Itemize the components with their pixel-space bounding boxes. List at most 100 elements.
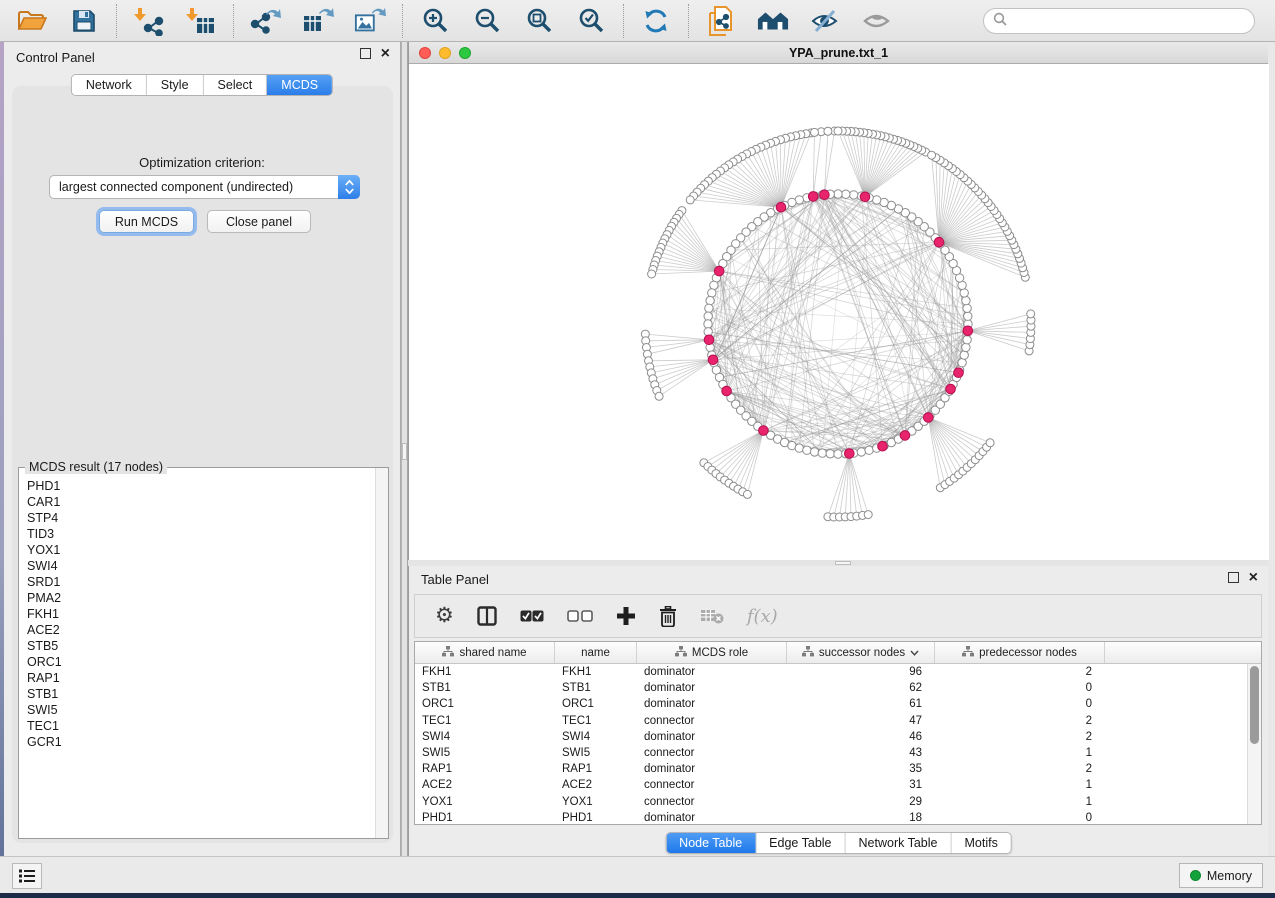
tab-select[interactable]: Select: [204, 75, 268, 95]
table-cell[interactable]: 31: [787, 779, 935, 791]
network-node[interactable]: [818, 449, 826, 457]
table-cell[interactable]: connector: [637, 747, 787, 759]
zoom-fit-icon[interactable]: [523, 5, 555, 37]
network-node[interactable]: [842, 190, 850, 198]
tab-motifs[interactable]: Motifs: [951, 833, 1010, 853]
column-header-name[interactable]: name: [555, 642, 637, 663]
mcds-hub-node[interactable]: [714, 266, 724, 276]
table-cell[interactable]: connector: [637, 796, 787, 808]
zoom-selected-icon[interactable]: [575, 5, 607, 37]
network-node[interactable]: [864, 511, 872, 519]
result-node-item[interactable]: STB5: [27, 638, 375, 654]
network-node[interactable]: [810, 448, 818, 456]
mcds-hub-node[interactable]: [878, 441, 888, 451]
table-cell[interactable]: dominator: [637, 812, 787, 824]
network-node[interactable]: [704, 320, 712, 328]
tab-style[interactable]: Style: [147, 75, 204, 95]
splitter-handle[interactable]: [835, 561, 851, 565]
table-row[interactable]: SWI4SWI4dominator462: [415, 729, 1261, 745]
mcds-hub-node[interactable]: [963, 326, 973, 336]
network-node[interactable]: [986, 439, 994, 447]
table-cell[interactable]: SWI4: [555, 731, 637, 743]
splitter-handle[interactable]: [402, 443, 407, 460]
tab-node-table[interactable]: Node Table: [666, 833, 756, 853]
minimize-window-icon[interactable]: [439, 47, 451, 59]
table-row[interactable]: TEC1TEC1connector472: [415, 713, 1261, 729]
table-cell[interactable]: 2: [935, 731, 1105, 743]
show-all-icon[interactable]: [861, 5, 893, 37]
network-node[interactable]: [850, 191, 858, 199]
search-box[interactable]: [983, 8, 1255, 34]
table-cell[interactable]: SWI5: [415, 747, 555, 759]
new-network-from-selection-icon[interactable]: [705, 5, 737, 37]
result-node-item[interactable]: STB1: [27, 686, 375, 702]
close-window-icon[interactable]: [419, 47, 431, 59]
mcds-hub-node[interactable]: [776, 202, 786, 212]
network-node[interactable]: [708, 289, 716, 297]
mcds-hub-node[interactable]: [946, 384, 956, 394]
network-node[interactable]: [960, 351, 968, 359]
result-node-item[interactable]: SWI5: [27, 702, 375, 718]
network-node[interactable]: [928, 151, 936, 159]
run-mcds-button[interactable]: Run MCDS: [99, 210, 194, 233]
close-panel-button[interactable]: Close panel: [207, 210, 311, 233]
table-cell[interactable]: STB1: [555, 682, 637, 694]
network-node[interactable]: [655, 392, 663, 400]
network-node[interactable]: [834, 450, 842, 458]
mcds-hub-node[interactable]: [845, 449, 855, 459]
mcds-hub-node[interactable]: [954, 368, 964, 378]
table-cell[interactable]: 96: [787, 666, 935, 678]
network-node[interactable]: [706, 296, 714, 304]
table-row[interactable]: ORC1ORC1dominator610: [415, 696, 1261, 712]
table-cell[interactable]: 2: [935, 715, 1105, 727]
table-cell[interactable]: 1: [935, 796, 1105, 808]
network-node[interactable]: [686, 196, 694, 204]
table-cell[interactable]: 2: [935, 666, 1105, 678]
zoom-out-icon[interactable]: [471, 5, 503, 37]
tab-network[interactable]: Network: [72, 75, 147, 95]
table-cell[interactable]: dominator: [637, 666, 787, 678]
select-all-columns-icon[interactable]: [520, 603, 544, 629]
table-cell[interactable]: 18: [787, 812, 935, 824]
table-cell[interactable]: 43: [787, 747, 935, 759]
network-node[interactable]: [710, 281, 718, 289]
network-node[interactable]: [962, 296, 970, 304]
mcds-hub-node[interactable]: [934, 237, 944, 247]
table-cell[interactable]: dominator: [637, 698, 787, 710]
mcds-result-scrollbar[interactable]: [375, 468, 388, 838]
result-node-item[interactable]: ORC1: [27, 654, 375, 670]
table-cell[interactable]: dominator: [637, 682, 787, 694]
mcds-hub-node[interactable]: [820, 190, 830, 200]
result-node-item[interactable]: SWI4: [27, 558, 375, 574]
mcds-hub-node[interactable]: [722, 386, 732, 396]
network-node[interactable]: [963, 336, 971, 344]
close-panel-icon[interactable]: ×: [1249, 572, 1258, 583]
network-node[interactable]: [811, 128, 819, 136]
import-network-icon[interactable]: [133, 5, 165, 37]
table-cell[interactable]: YOX1: [415, 796, 555, 808]
delete-table-icon[interactable]: [700, 603, 724, 629]
mcds-hub-node[interactable]: [924, 413, 934, 423]
network-node[interactable]: [705, 304, 713, 312]
table-cell[interactable]: TEC1: [555, 715, 637, 727]
network-node[interactable]: [962, 343, 970, 351]
column-header-shared-name[interactable]: shared name: [415, 642, 555, 663]
result-node-item[interactable]: TID3: [27, 526, 375, 542]
result-node-item[interactable]: GCR1: [27, 734, 375, 750]
table-cell[interactable]: 1: [935, 779, 1105, 791]
delete-icon[interactable]: [659, 603, 677, 629]
table-cell[interactable]: FKH1: [555, 666, 637, 678]
network-node[interactable]: [824, 127, 832, 135]
table-cell[interactable]: TEC1: [415, 715, 555, 727]
mcds-hub-node[interactable]: [900, 431, 910, 441]
export-table-icon[interactable]: [302, 5, 334, 37]
mcds-hub-node[interactable]: [860, 192, 870, 202]
import-table-icon[interactable]: [185, 5, 217, 37]
mcds-hub-node[interactable]: [704, 335, 714, 345]
first-neighbors-icon[interactable]: [757, 5, 789, 37]
mcds-hub-node[interactable]: [708, 355, 718, 365]
hide-selected-icon[interactable]: [809, 5, 841, 37]
table-row[interactable]: YOX1YOX1connector291: [415, 794, 1261, 810]
scrollbar-thumb[interactable]: [1250, 666, 1259, 744]
network-node[interactable]: [795, 444, 803, 452]
